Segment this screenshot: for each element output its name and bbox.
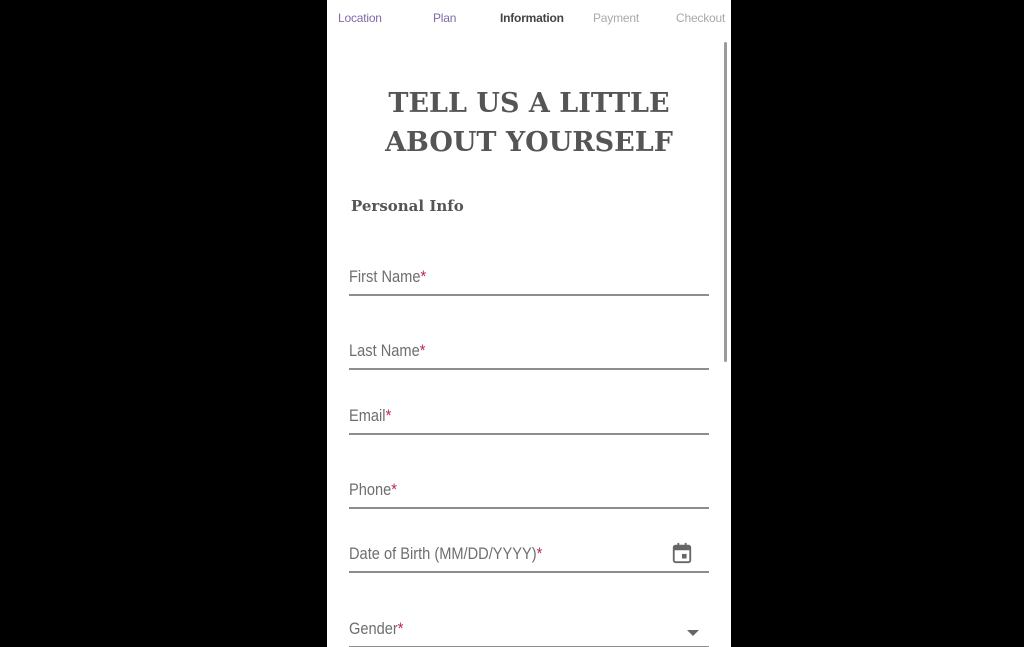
phone-screen: Location Plan Information Payment Checko… bbox=[327, 0, 731, 647]
last-name-field[interactable]: Last Name* bbox=[349, 336, 709, 370]
progress-stepper: Location Plan Information Payment Checko… bbox=[327, 0, 731, 36]
step-information[interactable]: Information bbox=[500, 11, 564, 25]
calendar-icon[interactable] bbox=[671, 542, 693, 564]
page-title-line-1: TELL US A LITTLE bbox=[388, 88, 670, 119]
required-marker: * bbox=[385, 406, 392, 425]
section-title-personal-info: Personal Info bbox=[351, 197, 464, 215]
step-plan[interactable]: Plan bbox=[433, 11, 456, 25]
step-location[interactable]: Location bbox=[338, 11, 382, 25]
date-of-birth-field[interactable]: Date of Birth (MM/DD/YYYY)* bbox=[349, 539, 709, 573]
email-field[interactable]: Email* bbox=[349, 401, 709, 435]
required-marker: * bbox=[536, 544, 543, 563]
first-name-field[interactable]: First Name* bbox=[349, 262, 709, 296]
last-name-label: Last Name* bbox=[349, 341, 426, 360]
required-marker: * bbox=[420, 267, 427, 286]
phone-field[interactable]: Phone* bbox=[349, 475, 709, 509]
page-title-line-2: ABOUT YOURSELF bbox=[385, 127, 673, 158]
page-title: TELL US A LITTLE ABOUT YOURSELF bbox=[327, 84, 731, 162]
gender-label: Gender* bbox=[349, 619, 404, 638]
gender-select[interactable]: Gender* bbox=[349, 614, 709, 647]
date-of-birth-label: Date of Birth (MM/DD/YYYY)* bbox=[349, 544, 543, 563]
required-marker: * bbox=[419, 341, 426, 360]
phone-label: Phone* bbox=[349, 480, 397, 499]
required-marker: * bbox=[397, 619, 404, 638]
email-label: Email* bbox=[349, 406, 392, 425]
dropdown-caret-icon[interactable] bbox=[687, 630, 699, 636]
required-marker: * bbox=[391, 480, 397, 499]
step-checkout[interactable]: Checkout bbox=[676, 11, 725, 25]
first-name-label: First Name* bbox=[349, 267, 427, 286]
step-payment[interactable]: Payment bbox=[593, 11, 639, 25]
